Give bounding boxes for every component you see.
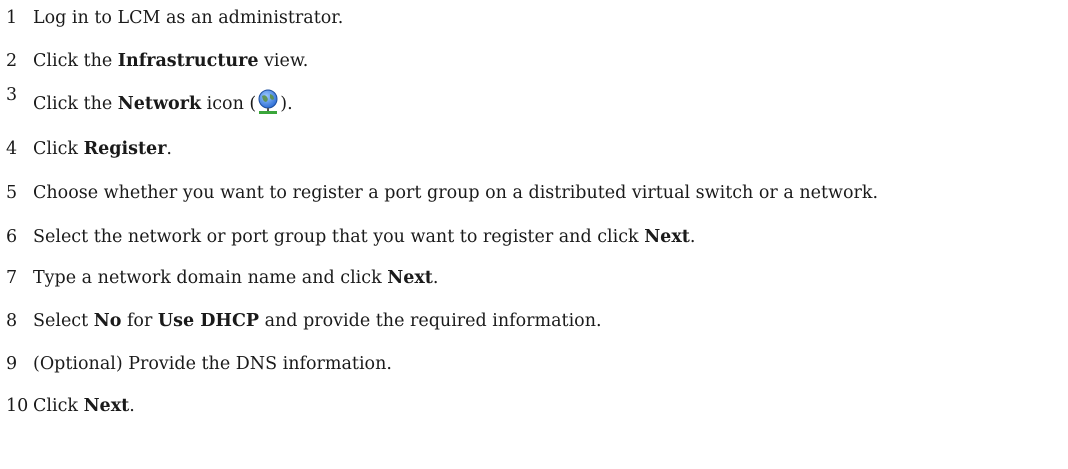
step-text-segment: . (689, 227, 696, 247)
step-number: 7 (6, 268, 18, 288)
step-text-segment: Click (33, 139, 84, 159)
step-item: 9 (Optional) Provide the DNS information. (0, 349, 1068, 379)
step-text-segment: Select (33, 311, 94, 331)
step-number: 10 (6, 396, 29, 416)
step-text: Click the Network icon (). (33, 89, 293, 119)
step-text: Select No for Use DHCP and provide the r… (33, 306, 602, 336)
step-text-segment: . (432, 268, 439, 288)
ui-term: Register (83, 139, 167, 159)
step-text: (Optional) Provide the DNS information. (33, 349, 392, 379)
ui-term: Next (644, 227, 690, 247)
step-text: Select the network or port group that yo… (33, 222, 695, 252)
step-text: Choose whether you want to register a po… (33, 178, 878, 208)
ui-term: Infrastructure (117, 51, 259, 71)
step-number: 8 (6, 311, 18, 331)
step-text: Type a network domain name and click Nex… (33, 263, 438, 293)
ui-term: Network (117, 94, 202, 114)
step-text: Click Next. (33, 391, 135, 421)
step-number: 9 (6, 354, 18, 374)
step-number: 5 (6, 183, 18, 203)
network-globe-icon (257, 89, 279, 115)
step-text-segment: ). (280, 94, 293, 114)
step-item: 4 Click Register. (0, 134, 1068, 164)
step-item: 1 Log in to LCM as an administrator. (0, 3, 1068, 33)
step-item: 7 Type a network domain name and click Ne… (0, 263, 1068, 293)
step-text-segment: Choose whether you want to register a po… (33, 183, 879, 203)
step-text: Click Register. (33, 134, 172, 164)
step-text-segment: Click the (33, 51, 118, 71)
step-item: 6 Select the network or port group that y… (0, 222, 1068, 252)
step-text-segment: view. (258, 51, 309, 71)
step-number: 4 (6, 139, 18, 159)
step-number: 3 (6, 85, 18, 105)
ui-term: Next (83, 396, 130, 416)
step-text-segment: Click the (33, 94, 118, 114)
step-text: Click the Infrastructure view. (33, 46, 308, 76)
step-number: 6 (6, 227, 18, 247)
ui-term: No (93, 311, 122, 331)
step-text-segment: (Optional) Provide the DNS information. (33, 354, 392, 374)
step-item: 5 Choose whether you want to register a p… (0, 178, 1068, 208)
step-text-segment: icon ( (201, 94, 257, 114)
step-item: 3 Click the Network icon (). (0, 85, 1068, 119)
step-text: Log in to LCM as an administrator. (33, 3, 343, 33)
step-number: 2 (6, 51, 18, 71)
step-text-segment: Click (33, 396, 84, 416)
step-text-segment: Log in to LCM as an administrator. (33, 8, 344, 28)
step-number: 1 (6, 8, 18, 28)
step-text-segment: and provide the required information. (259, 311, 602, 331)
step-text-segment: Select the network or port group that yo… (33, 227, 645, 247)
step-item: 8 Select No for Use DHCP and provide the … (0, 306, 1068, 336)
step-text-segment: for (121, 311, 158, 331)
step-text-segment: Type a network domain name and click (33, 268, 388, 288)
ui-term: Next (387, 268, 433, 288)
step-text-segment: . (166, 139, 172, 159)
ui-term: Use DHCP (157, 311, 260, 331)
step-item: 2 Click the Infrastructure view. (0, 46, 1068, 76)
step-item: 10 Click Next. (0, 391, 1068, 421)
step-text-segment: . (129, 396, 135, 416)
